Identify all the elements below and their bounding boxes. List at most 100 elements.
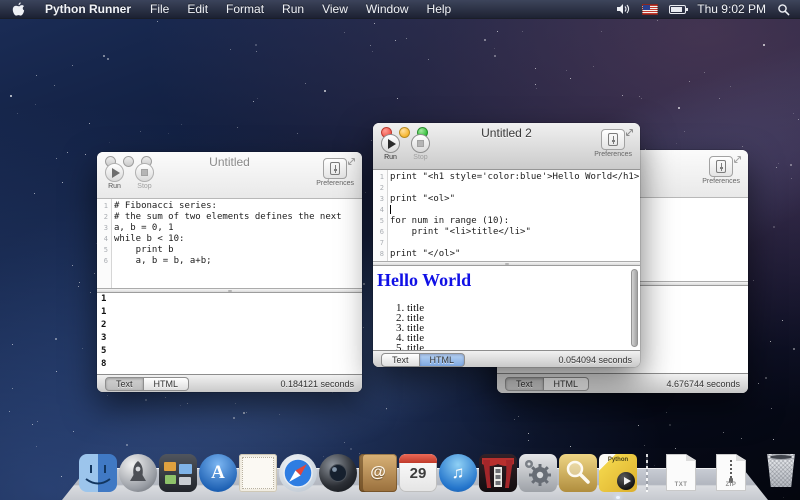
play-badge-icon [617,472,635,490]
run-time-status: 0.054094 seconds [558,355,632,365]
menu-window[interactable]: Window [357,2,418,16]
apple-menu[interactable] [0,0,35,18]
photo-booth-icon [479,454,517,492]
dock-system-preferences[interactable] [519,454,557,492]
menu-app-name[interactable]: Python Runner [35,2,141,16]
status-bar: Text HTML 4.676744 seconds [497,373,748,393]
menu-edit[interactable]: Edit [178,2,217,16]
dock-camera[interactable] [319,454,357,492]
code-line: print b [110,245,174,256]
preferences-icon [330,162,340,175]
menu-file[interactable]: File [141,2,178,16]
launchpad-icon [119,454,157,492]
menu-view[interactable]: View [313,2,357,16]
preferences-button[interactable]: Preferences [316,158,354,187]
trash-icon [766,454,796,487]
dock-trash[interactable] [762,454,800,492]
segment-html[interactable]: HTML [144,377,190,391]
code-line [386,205,390,216]
stop-icon [417,140,424,147]
menu-help[interactable]: Help [418,2,461,16]
code-line: a, b = 0, 1 [110,223,174,234]
output-line: 2 [97,319,362,332]
keyboard-flag-us-icon[interactable] [642,4,658,15]
segment-text[interactable]: Text [105,377,144,391]
rendered-heading: Hello World [377,270,640,291]
dock-mission-control[interactable] [159,454,197,492]
stop-button[interactable]: Stop [135,163,154,190]
code-line [386,238,390,249]
dock: A @ [78,452,800,492]
play-icon [112,168,120,178]
output-line: 3 [97,332,362,345]
finder-icon [79,454,117,492]
code-editor[interactable]: 1print "<h1 style='color:blue'>Hello Wor… [373,170,640,261]
dock-mail[interactable] [239,454,277,492]
menu-format[interactable]: Format [217,2,273,16]
camera-icon [319,454,357,492]
menu-run[interactable]: Run [273,2,313,16]
list-item: title [407,313,640,323]
menu-clock[interactable]: Thu 9:02 PM [697,2,766,16]
segment-text[interactable]: Text [381,353,420,367]
code-editor[interactable]: 1# Fibonacci series: 2# the sum of two e… [97,199,362,288]
mail-icon [239,454,277,492]
dock-itunes[interactable]: ♫ [439,454,477,492]
dock-launchpad[interactable] [119,454,157,492]
output-pane-html[interactable]: Hello World title title title title titl… [373,266,640,350]
dock-photo-booth[interactable] [479,454,517,492]
zip-label: ZIP [716,482,746,488]
output-pane[interactable]: 1 1 2 3 5 8 [97,293,362,374]
run-button[interactable]: Run [381,134,400,161]
desktop: Python Runner File Edit Format Run View … [0,0,800,500]
output-line: 1 [97,293,362,306]
status-bar: Text HTML 0.184121 seconds [97,374,362,392]
stop-icon [141,169,148,176]
code-line: while b < 10: [110,234,184,245]
rendered-list: title title title title title title [373,303,640,350]
volume-icon[interactable] [616,3,631,15]
list-item: title [407,303,640,313]
dock-search-utility[interactable] [559,454,597,492]
system-preferences-icon [519,454,557,492]
code-line: print "<ol>" [386,194,455,205]
calendar-day: 29 [399,465,437,482]
dock-python-runner[interactable]: Python [599,454,637,492]
stop-button[interactable]: Stop [411,134,430,161]
dock-address-book[interactable]: @ [359,454,397,492]
dock-finder[interactable] [79,454,117,492]
preferences-icon [716,160,726,173]
battery-icon[interactable] [669,5,686,14]
dock-app-store[interactable]: A [199,454,237,492]
segment-html[interactable]: HTML [420,353,466,367]
text-cursor [390,205,391,214]
apple-icon [12,2,25,17]
list-item: title [407,343,640,350]
dock-safari[interactable] [279,454,317,492]
calendar-icon: 29 [399,454,437,492]
preferences-icon [608,133,618,146]
preferences-button[interactable]: Preferences [594,129,632,158]
segment-text[interactable]: Text [505,377,544,391]
play-icon [388,139,396,149]
zip-archive-icon: ZIP [716,454,746,491]
minimize-button[interactable] [123,156,134,167]
run-time-status: 4.676744 seconds [666,379,740,389]
dock-txt-document[interactable]: TXT [662,454,700,492]
minimize-button[interactable] [399,127,410,138]
run-button[interactable]: Run [105,163,124,190]
safari-icon [279,454,317,492]
window-untitled: Untitled Run Stop Preferences [97,152,362,392]
list-item: title [407,323,640,333]
code-line: a, b = b, a+b; [110,256,212,267]
status-bar: Text HTML 0.054094 seconds [373,350,640,367]
preferences-button[interactable]: Preferences [702,156,740,185]
code-line [386,183,390,194]
scrollbar-thumb[interactable] [631,269,638,347]
dock-zip-archive[interactable]: ZIP [712,454,750,492]
code-line: print "<h1 style='color:blue'>Hello Worl… [386,172,640,183]
segment-html[interactable]: HTML [544,377,590,391]
dock-calendar[interactable]: 29 [399,454,437,492]
spotlight-icon[interactable] [777,3,790,16]
code-line: # Fibonacci series: [110,201,217,212]
